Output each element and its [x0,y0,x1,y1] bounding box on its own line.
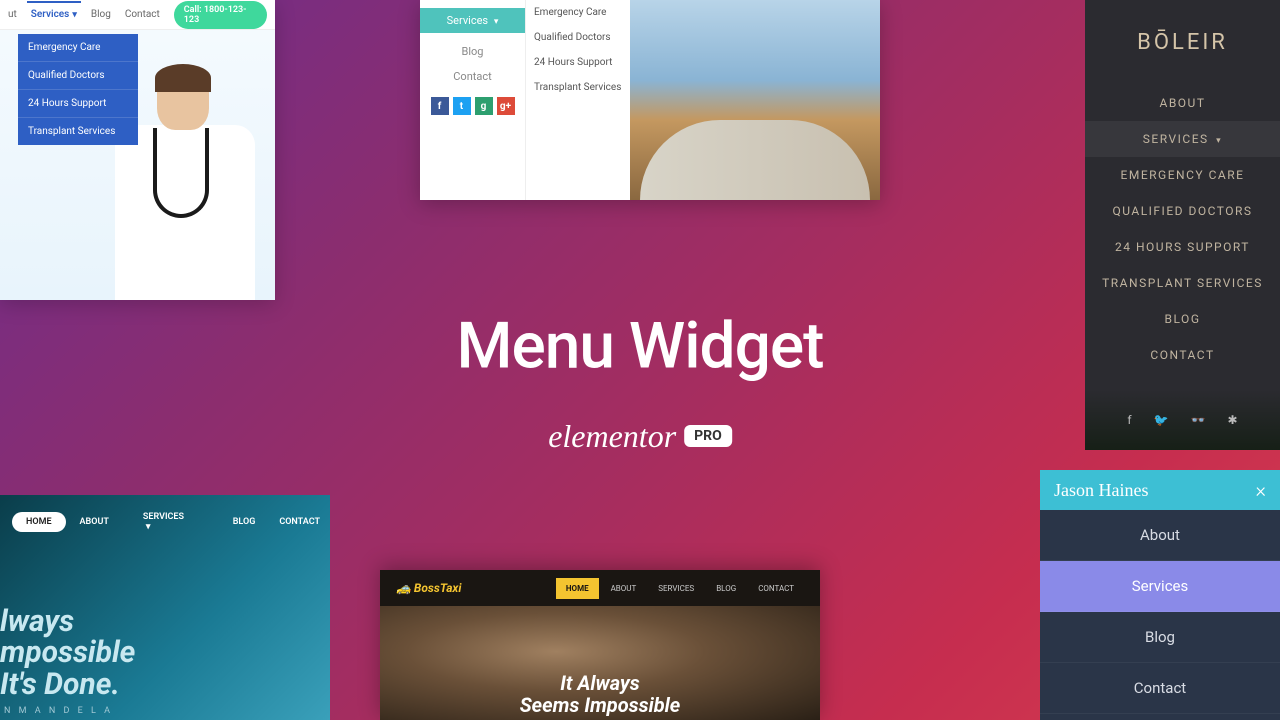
menu-contact[interactable]: Contact [420,64,525,89]
demo-quote-panel: HOME ABOUT SERVICES ▾ BLOG CONTACT lways… [0,495,330,720]
menu-item[interactable]: Emergency Care [1085,157,1280,193]
call-button[interactable]: Call: 1800-123-123 [174,1,267,29]
nav-services[interactable]: SERVICES ▾ [123,507,219,537]
nav-blog[interactable]: Blog [91,9,111,20]
nav-blog[interactable]: BLOG [223,512,266,532]
boleir-logo: BŌLEIR [1085,30,1280,55]
chevron-down-icon: ▾ [1216,136,1222,146]
nav-services[interactable]: Services▾ [31,9,77,20]
quote-attribution: N M A N D E L A [4,706,113,716]
submenu-item[interactable]: 24 Hours Support [526,50,630,75]
taxi-nav: BossTaxi HOME ABOUT SERVICES BLOG CONTAC… [380,570,820,606]
submenu: Emergency Care Qualified Doctors 24 Hour… [525,0,630,200]
chevron-down-icon: ▾ [72,10,77,20]
chevron-down-icon: ▾ [136,517,161,537]
gplus-icon[interactable]: g+ [497,97,515,115]
menu-services[interactable]: Services [1040,561,1280,612]
google-icon[interactable]: g [475,97,493,115]
nav-home[interactable]: HOME [12,512,66,532]
tripadvisor-icon[interactable]: 👓 [1191,413,1206,427]
nav-blog[interactable]: BLOG [706,578,746,599]
taxi-hero: It Always Seems Impossible [380,606,820,720]
social-row: f t g g+ [420,97,525,115]
dropdown-item[interactable]: Qualified Doctors [18,62,138,90]
submenu-item[interactable]: Qualified Doctors [526,25,630,50]
nav-about[interactable]: ABOUT [70,512,119,532]
social-footer: f 🐦 👓 ✱ [1085,390,1280,450]
close-icon[interactable]: × [1256,478,1266,502]
menu-about[interactable]: About [1085,85,1280,121]
menu-blog[interactable]: Blog [1085,301,1280,337]
architecture-image [630,0,880,200]
demo-medical-panel: ut Services▾ Blog Contact Call: 1800-123… [0,0,275,300]
medical-nav: ut Services▾ Blog Contact Call: 1800-123… [0,0,275,30]
demo-mobile-panel: Jason Haines × About Services Blog Conta… [1040,470,1280,720]
vertical-menu: Services ▾ Blog Contact f t g g+ [420,0,525,200]
services-dropdown: Emergency Care Qualified Doctors 24 Hour… [18,34,138,145]
nav-services[interactable]: SERVICES [648,578,704,599]
menu-blog[interactable]: Blog [420,39,525,64]
menu-item[interactable]: Qualified Doctors [1085,193,1280,229]
nav-contact[interactable]: CONTACT [269,512,330,532]
hero-line: It Always [560,672,640,694]
main-title: Menu Widget [457,308,824,383]
demo-sidebar-panel: Services ▾ Blog Contact f t g g+ Emergen… [420,0,880,200]
demo-dark-panel: BŌLEIR About Services ▾ Emergency Care Q… [1085,0,1280,450]
menu-about[interactable]: About [1040,510,1280,561]
dropdown-item[interactable]: Transplant Services [18,118,138,145]
menu-contact[interactable]: Contact [1085,337,1280,373]
menu-contact[interactable]: Contact [1040,663,1280,714]
menu-services[interactable]: Services ▾ [1085,121,1280,157]
nav-home[interactable]: HOME [556,578,599,599]
twitter-icon[interactable]: t [453,97,471,115]
menu-blog[interactable]: Blog [1040,612,1280,663]
menu-services[interactable]: Services ▾ [420,8,525,33]
dropdown-item[interactable]: Emergency Care [18,34,138,62]
twitter-icon[interactable]: 🐦 [1154,413,1169,427]
dropdown-item[interactable]: 24 Hours Support [18,90,138,118]
hero-line: Seems Impossible [520,694,681,716]
title-text: Menu Widget [457,308,824,383]
pill-nav: HOME ABOUT SERVICES ▾ BLOG CONTACT [12,507,330,537]
bosstaxi-logo: BossTaxi [396,581,461,595]
menu-item[interactable]: 24 Hours Support [1085,229,1280,265]
submenu-item[interactable]: Transplant Services [526,75,630,100]
menu-item[interactable]: Transplant Services [1085,265,1280,301]
facebook-icon[interactable]: f [431,97,449,115]
chevron-down-icon: ▾ [494,17,499,27]
demo-taxi-panel: BossTaxi HOME ABOUT SERVICES BLOG CONTAC… [380,570,820,720]
nav-contact[interactable]: CONTACT [748,578,804,599]
nav-about[interactable]: ABOUT [601,578,647,599]
quote-headline: lways mpossible It's Done. [0,606,135,701]
pro-badge: PRO [684,425,732,447]
site-name: Jason Haines [1054,480,1148,501]
facebook-icon[interactable]: f [1127,413,1131,427]
nav-about[interactable]: ut [8,9,17,20]
brand-name: elementor [548,418,676,455]
nav-contact[interactable]: Contact [125,9,160,20]
submenu-item[interactable]: Emergency Care [526,0,630,25]
yelp-icon[interactable]: ✱ [1228,413,1238,427]
mobile-header: Jason Haines × [1040,470,1280,510]
brand-badge: elementor PRO [548,418,732,455]
